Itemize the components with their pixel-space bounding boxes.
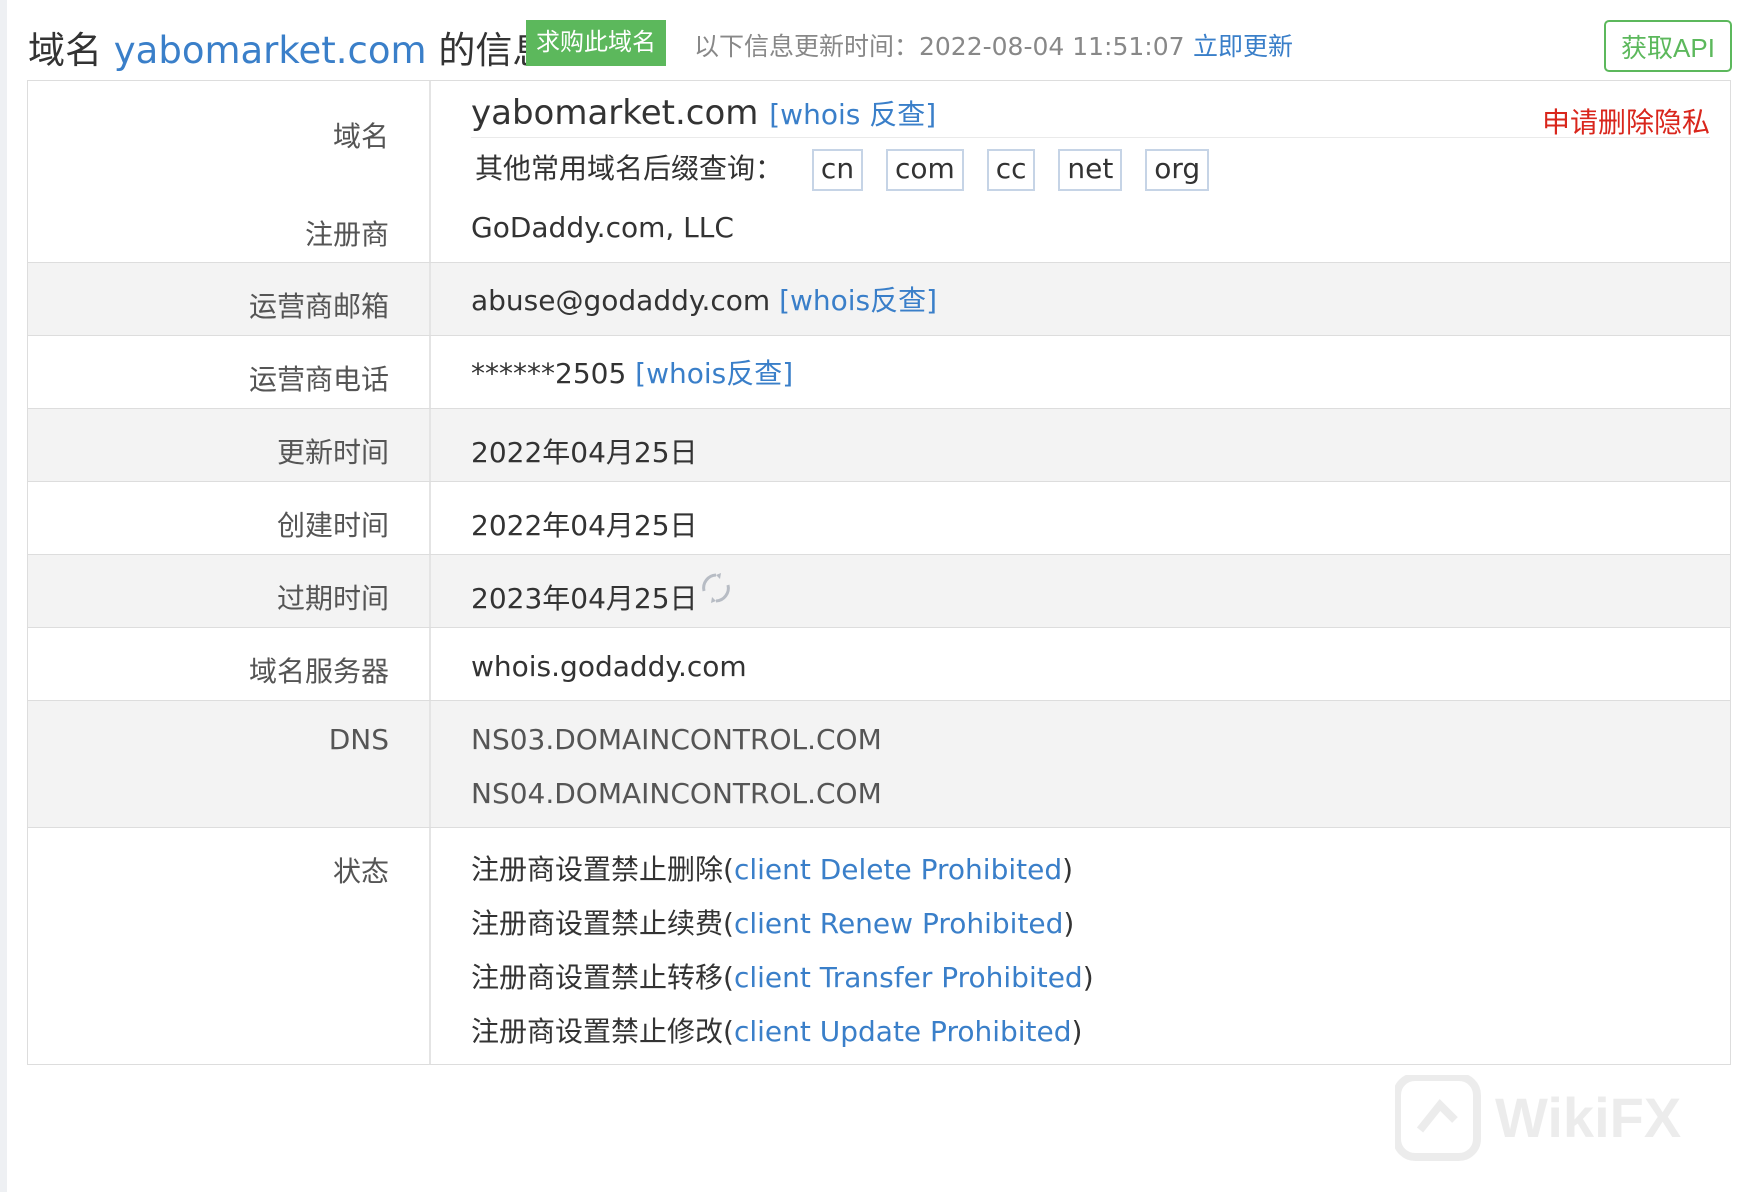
row-expires: 过期时间 2023年04月25日	[28, 555, 1730, 628]
suffix-query: 其他常用域名后缀查询： cn com cc net org	[475, 147, 1223, 191]
phone-whois-link[interactable]: [whois反查]	[635, 357, 793, 390]
status-item: 注册商设置禁止删除(client Delete Prohibited)	[471, 853, 1074, 886]
status-code-link[interactable]: client Transfer Prohibited	[734, 961, 1083, 994]
email-whois-link[interactable]: [whois反查]	[779, 284, 937, 317]
dns-server-1: NS03.DOMAINCONTROL.COM	[471, 723, 882, 756]
suffix-com[interactable]: com	[885, 149, 964, 191]
suffix-org[interactable]: org	[1145, 149, 1210, 191]
row-updated: 更新时间 2022年04月25日	[28, 409, 1730, 482]
row-label: 状态	[28, 828, 431, 1064]
refresh-now-link[interactable]: 立即更新	[1193, 27, 1293, 63]
row-label: 域名 注册商	[28, 81, 431, 262]
whois-table: 域名 注册商 yabomarket.com [whois 反查] 其他常用域名后…	[27, 80, 1731, 1065]
buy-domain-button[interactable]: 求购此域名	[526, 20, 666, 66]
row-status: 状态 注册商设置禁止删除(client Delete Prohibited) 注…	[28, 828, 1730, 1065]
row-label: 运营商邮箱	[28, 263, 431, 335]
row-email: 运营商邮箱 abuse@godaddy.com [whois反查]	[28, 263, 1730, 336]
whois-server-value: whois.godaddy.com	[471, 650, 747, 683]
suffix-cc[interactable]: cc	[986, 149, 1036, 191]
dns-server-2: NS04.DOMAINCONTROL.COM	[471, 777, 882, 810]
row-label: 运营商电话	[28, 336, 431, 408]
registrar-value: GoDaddy.com, LLC	[471, 211, 734, 244]
created-value: 2022年04月25日	[471, 509, 698, 542]
request-privacy-removal-link[interactable]: 申请删除隐私	[1542, 101, 1710, 141]
status-item: 注册商设置禁止修改(client Update Prohibited)	[471, 1015, 1083, 1048]
row-dns: DNS NS03.DOMAINCONTROL.COM NS04.DOMAINCO…	[28, 701, 1730, 828]
row-phone: 运营商电话 ******2505 [whois反查]	[28, 336, 1730, 409]
updated-value: 2022年04月25日	[471, 436, 698, 469]
status-code-link[interactable]: client Renew Prohibited	[734, 907, 1063, 940]
domain-value: yabomarket.com	[471, 93, 759, 133]
row-label: 过期时间	[28, 555, 431, 627]
page-title: 域名 yabomarket.com 的信息	[28, 29, 550, 72]
phone-value: ******2505	[471, 357, 627, 390]
domain-divider	[471, 137, 1710, 138]
status-code-link[interactable]: client Delete Prohibited	[734, 853, 1062, 886]
suffix-cn[interactable]: cn	[811, 149, 864, 191]
title-domain: yabomarket.com	[113, 29, 427, 72]
row-label: 创建时间	[28, 482, 431, 554]
status-code-link[interactable]: client Update Prohibited	[734, 1015, 1072, 1048]
wikifx-watermark: WikiFX	[1393, 1073, 1695, 1165]
status-item: 注册商设置禁止转移(client Transfer Prohibited)	[471, 961, 1094, 994]
suffix-net[interactable]: net	[1058, 149, 1123, 191]
watermark-text: WikiFX	[1495, 1086, 1681, 1149]
row-whois-server: 域名服务器 whois.godaddy.com	[28, 628, 1730, 701]
row-label: 更新时间	[28, 409, 431, 481]
row-label: 域名服务器	[28, 628, 431, 700]
domain-whois-link[interactable]: [whois 反查]	[769, 98, 936, 131]
get-api-button[interactable]: 获取API	[1604, 20, 1732, 72]
expires-value: 2023年04月25日	[471, 582, 698, 615]
row-label: DNS	[28, 701, 431, 827]
row-domain: 域名 注册商 yabomarket.com [whois 反查] 其他常用域名后…	[28, 81, 1730, 263]
row-created: 创建时间 2022年04月25日	[28, 482, 1730, 555]
update-time-text: 以下信息更新时间：2022-08-04 11:51:07	[694, 32, 1185, 61]
status-item: 注册商设置禁止续费(client Renew Prohibited)	[471, 907, 1075, 940]
left-edge-bar	[0, 0, 7, 1192]
email-value: abuse@godaddy.com	[471, 284, 771, 317]
refresh-icon[interactable]	[699, 571, 733, 605]
page-header: 域名 yabomarket.com 的信息 求购此域名 以下信息更新时间：202…	[28, 14, 1732, 74]
